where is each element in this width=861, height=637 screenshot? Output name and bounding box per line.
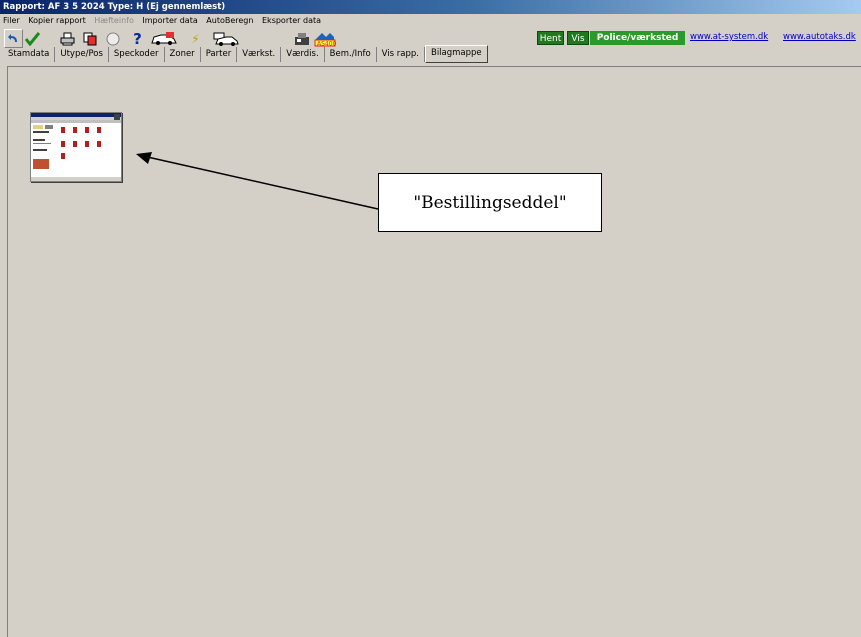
- svg-text:AS400: AS400: [317, 40, 336, 47]
- link-at-system[interactable]: www.at-system.dk: [690, 32, 768, 42]
- tab-vis-rapp[interactable]: Vis rapp.: [377, 47, 425, 62]
- car-icon[interactable]: [148, 29, 180, 48]
- callout-label: "Bestillingseddel": [378, 173, 602, 232]
- car-view-icon[interactable]: [210, 29, 242, 48]
- bilagmappe-panel: [7, 66, 861, 637]
- tab-utype-pos[interactable]: Utype/Pos: [55, 47, 109, 62]
- menu-bar: Filer Kopier rapport Hæfteinfo Importer …: [0, 14, 861, 28]
- tab-vaerdis[interactable]: Værdis.: [281, 47, 325, 62]
- menu-filer[interactable]: Filer: [0, 14, 23, 28]
- document-thumbnail[interactable]: [30, 112, 122, 182]
- help-icon[interactable]: ?: [128, 29, 147, 48]
- menu-haefteinfo: Hæfteinfo: [94, 16, 134, 25]
- copy-icon[interactable]: [80, 29, 99, 48]
- police-vaerksted-label: Police/værksted: [590, 31, 685, 45]
- check-icon[interactable]: [23, 29, 42, 48]
- vis-button[interactable]: Vis: [567, 31, 589, 45]
- print-icon[interactable]: [58, 29, 77, 48]
- tab-bem-info[interactable]: Bem./Info: [325, 47, 377, 62]
- tab-stamdata[interactable]: Stamdata: [3, 47, 56, 62]
- circle-icon[interactable]: [103, 29, 122, 48]
- menu-eksporter-data[interactable]: Eksporter data: [259, 14, 324, 28]
- menu-autoberegn[interactable]: AutoBeregn: [203, 14, 256, 28]
- tab-speckoder[interactable]: Speckoder: [109, 47, 165, 62]
- menu-importer-data[interactable]: Importer data: [139, 14, 200, 28]
- tab-parter[interactable]: Parter: [201, 47, 238, 62]
- tab-vaerkst[interactable]: Værkst.: [237, 47, 282, 62]
- hent-button[interactable]: Hent: [537, 31, 564, 45]
- stamp-icon[interactable]: [292, 29, 311, 48]
- undo-icon[interactable]: [4, 29, 23, 48]
- tab-zoner[interactable]: Zoner: [165, 47, 201, 62]
- menu-kopier-rapport[interactable]: Kopier rapport: [25, 14, 88, 28]
- window-title: Rapport: AF 3 5 2024 Type: H (Ej genneml…: [0, 0, 861, 14]
- edit-icon[interactable]: ⚡: [186, 29, 205, 48]
- tab-bar: Stamdata Utype/Pos Speckoder Zoner Parte…: [3, 45, 488, 63]
- tab-bilagmappe[interactable]: Bilagmappe: [424, 45, 488, 63]
- link-autotaks[interactable]: www.autotaks.dk: [783, 32, 856, 42]
- as400-icon[interactable]: AS400: [313, 29, 337, 48]
